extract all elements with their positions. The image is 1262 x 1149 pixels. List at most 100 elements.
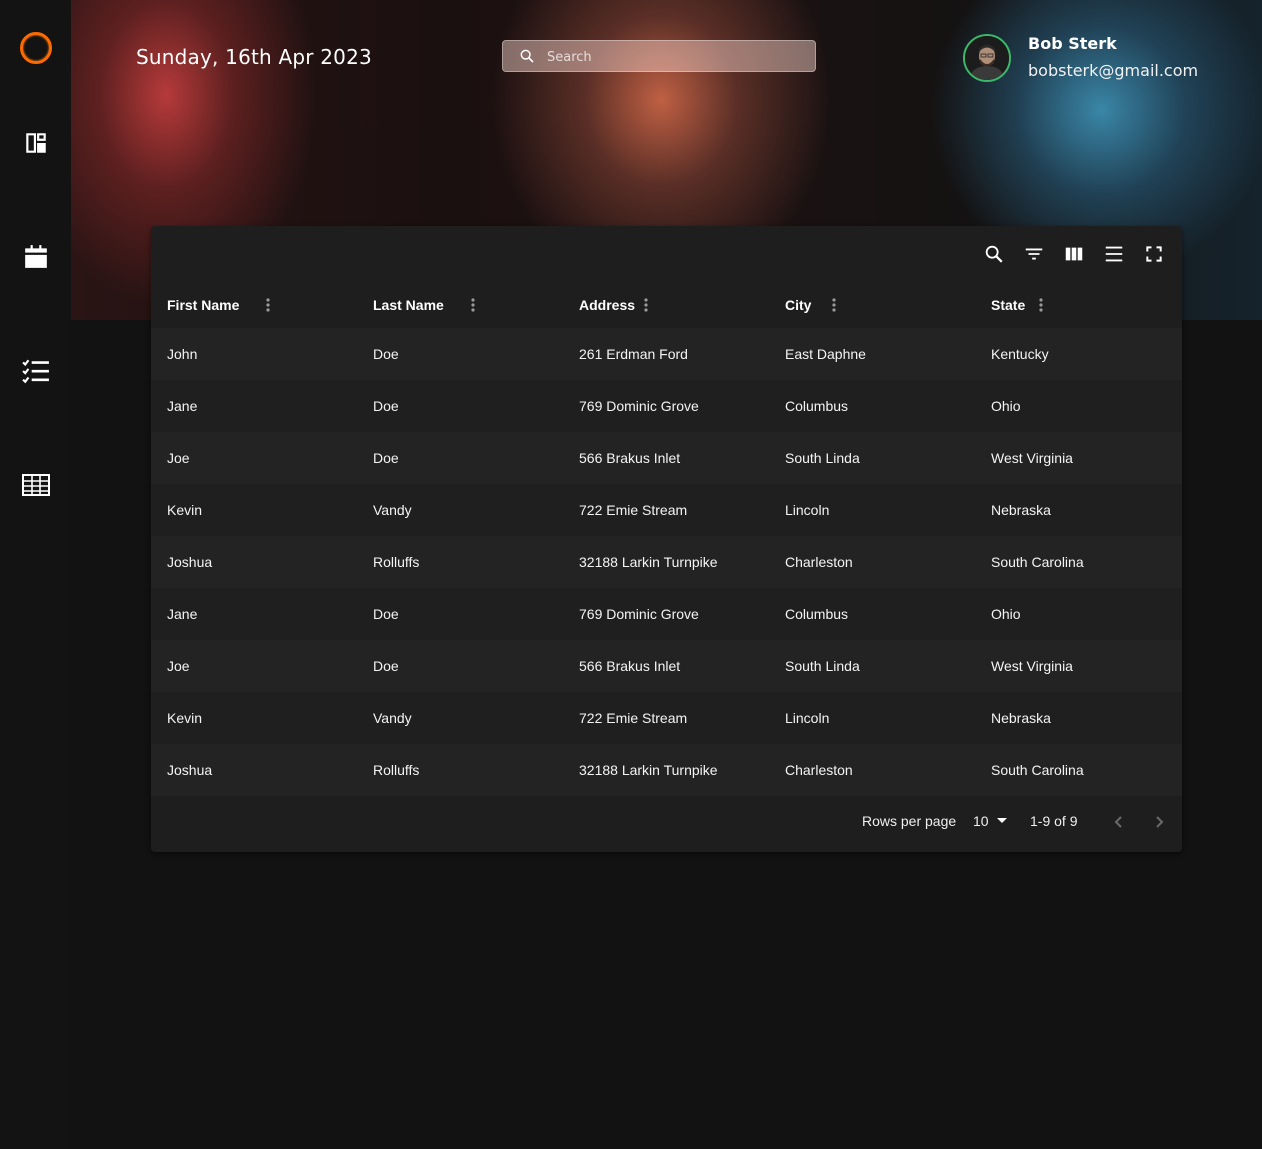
table-row[interactable]: Kevin Vandy 722 Emie Stream Lincoln Nebr… xyxy=(151,484,1182,536)
cell-first-name: Joe xyxy=(167,658,190,674)
cell-city: East Daphne xyxy=(785,346,866,362)
table-grid-icon[interactable] xyxy=(22,471,50,499)
column-header-last-name[interactable]: Last Name xyxy=(357,282,563,328)
cell-city: South Linda xyxy=(785,450,860,466)
cell-city: Lincoln xyxy=(785,502,830,518)
table-row[interactable]: Joe Doe 566 Brakus Inlet South Linda Wes… xyxy=(151,640,1182,692)
table-row[interactable]: Kevin Vandy 722 Emie Stream Lincoln Nebr… xyxy=(151,692,1182,744)
cell-city: Lincoln xyxy=(785,710,830,726)
cell-first-name: Jane xyxy=(167,606,198,622)
column-header-label: City xyxy=(785,297,812,313)
cell-first-name: Jane xyxy=(167,398,198,414)
table-row[interactable]: Jane Doe 769 Dominic Grove Columbus Ohio xyxy=(151,380,1182,432)
column-header-label: First Name xyxy=(167,297,240,313)
calendar-icon[interactable] xyxy=(22,243,50,271)
sidebar xyxy=(0,0,71,1149)
current-date: Sunday, 16th Apr 2023 xyxy=(136,45,372,69)
cell-address: 722 Emie Stream xyxy=(579,710,688,726)
table-toolbar xyxy=(982,242,1166,266)
cell-last-name: Vandy xyxy=(373,710,412,726)
cell-city: Charleston xyxy=(785,554,853,570)
table-header: First Name Last Name Address City State xyxy=(151,282,1182,328)
column-menu-icon[interactable] xyxy=(831,297,837,313)
cell-address: 566 Brakus Inlet xyxy=(579,450,681,466)
rows-per-page-select[interactable]: 10 xyxy=(973,813,1007,829)
table-row[interactable]: Jane Doe 769 Dominic Grove Columbus Ohio xyxy=(151,588,1182,640)
column-menu-icon[interactable] xyxy=(643,297,649,313)
cell-city: South Linda xyxy=(785,658,860,674)
rows-per-page-value: 10 xyxy=(973,813,989,829)
cell-address: 769 Dominic Grove xyxy=(579,398,699,414)
table-body: John Doe 261 Erdman Ford East Daphne Ken… xyxy=(151,328,1182,796)
cell-state: South Carolina xyxy=(991,554,1084,570)
columns-icon[interactable] xyxy=(1062,242,1086,266)
dashboard-icon[interactable] xyxy=(22,129,50,157)
global-search[interactable] xyxy=(502,40,816,73)
density-icon[interactable] xyxy=(1102,242,1126,266)
user-photo xyxy=(965,36,1009,80)
checklist-icon[interactable] xyxy=(22,357,50,385)
cell-last-name: Doe xyxy=(373,450,399,466)
pagination-range: 1-9 of 9 xyxy=(1030,813,1078,829)
cell-state: West Virginia xyxy=(991,658,1073,674)
cell-city: Charleston xyxy=(785,762,853,778)
column-header-city[interactable]: City xyxy=(769,282,975,328)
rows-per-page-label: Rows per page xyxy=(862,813,957,829)
cell-address: 566 Brakus Inlet xyxy=(579,658,681,674)
column-header-state[interactable]: State xyxy=(975,282,1182,328)
cell-address: 261 Erdman Ford xyxy=(579,346,688,362)
column-header-first-name[interactable]: First Name xyxy=(151,282,357,328)
column-header-label: Address xyxy=(579,297,636,313)
user-email: bobsterk@gmail.com xyxy=(1028,61,1199,80)
logo-ring-icon[interactable] xyxy=(20,32,52,64)
cell-state: West Virginia xyxy=(991,450,1073,466)
avatar[interactable] xyxy=(963,34,1011,82)
search-input[interactable] xyxy=(545,41,809,73)
cell-first-name: Kevin xyxy=(167,710,203,726)
cell-address: 722 Emie Stream xyxy=(579,502,688,518)
table-row[interactable]: Joshua Rolluffs 32188 Larkin Turnpike Ch… xyxy=(151,536,1182,588)
column-header-label: Last Name xyxy=(373,297,444,313)
cell-last-name: Doe xyxy=(373,346,399,362)
next-page-button[interactable] xyxy=(1147,810,1171,834)
cell-first-name: Joe xyxy=(167,450,190,466)
cell-first-name: John xyxy=(167,346,198,362)
cell-city: Columbus xyxy=(785,606,849,622)
cell-last-name: Doe xyxy=(373,658,399,674)
chevron-left-icon xyxy=(1114,816,1122,828)
fullscreen-icon[interactable] xyxy=(1142,242,1166,266)
cell-last-name: Doe xyxy=(373,606,399,622)
table-row[interactable]: Joshua Rolluffs 32188 Larkin Turnpike Ch… xyxy=(151,744,1182,796)
cell-address: 769 Dominic Grove xyxy=(579,606,699,622)
data-table: First Name Last Name Address City State … xyxy=(151,226,1182,852)
table-pagination: Rows per page 10 1-9 of 9 xyxy=(151,796,1182,852)
cell-city: Columbus xyxy=(785,398,849,414)
column-header-address[interactable]: Address xyxy=(563,282,769,328)
table-row[interactable]: John Doe 261 Erdman Ford East Daphne Ken… xyxy=(151,328,1182,380)
cell-first-name: Joshua xyxy=(167,554,213,570)
column-header-label: State xyxy=(991,297,1026,313)
cell-first-name: Joshua xyxy=(167,762,213,778)
column-menu-icon[interactable] xyxy=(470,297,476,313)
cell-state: Ohio xyxy=(991,606,1021,622)
cell-address: 32188 Larkin Turnpike xyxy=(579,762,718,778)
cell-state: Kentucky xyxy=(991,346,1049,362)
caret-down-icon xyxy=(996,818,1007,823)
cell-state: South Carolina xyxy=(991,762,1084,778)
cell-state: Nebraska xyxy=(991,502,1051,518)
cell-last-name: Vandy xyxy=(373,502,412,518)
user-name: Bob Sterk xyxy=(1028,34,1117,53)
cell-state: Ohio xyxy=(991,398,1021,414)
cell-address: 32188 Larkin Turnpike xyxy=(579,554,718,570)
previous-page-button[interactable] xyxy=(1107,810,1131,834)
search-icon xyxy=(520,49,534,63)
filter-icon[interactable] xyxy=(1022,242,1046,266)
table-row[interactable]: Joe Doe 566 Brakus Inlet South Linda Wes… xyxy=(151,432,1182,484)
cell-first-name: Kevin xyxy=(167,502,203,518)
cell-state: Nebraska xyxy=(991,710,1051,726)
table-search-icon[interactable] xyxy=(982,242,1006,266)
chevron-right-icon xyxy=(1156,816,1164,828)
column-menu-icon[interactable] xyxy=(1038,297,1044,313)
column-menu-icon[interactable] xyxy=(265,297,271,313)
cell-last-name: Doe xyxy=(373,398,399,414)
